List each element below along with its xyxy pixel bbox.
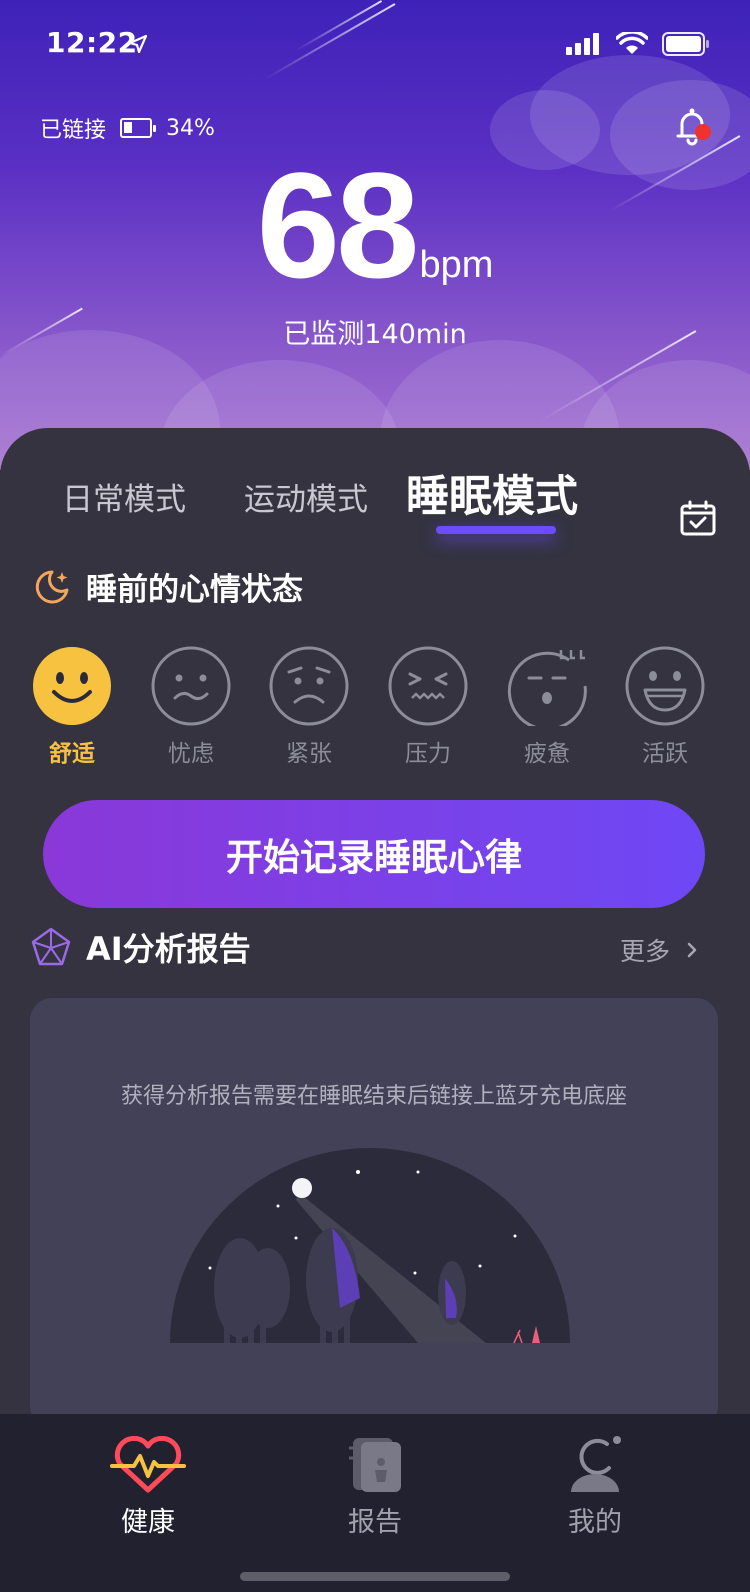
profile-icon xyxy=(571,1436,621,1492)
device-status: 已链接 34% xyxy=(40,112,215,144)
calendar-check-icon[interactable] xyxy=(680,500,716,536)
ai-report-card: 获得分析报告需要在睡眠结束后链接上蓝牙充电底座 xyxy=(30,998,718,1428)
battery-percent: 34% xyxy=(166,115,215,141)
heart-pulse-icon xyxy=(110,1435,186,1493)
mood-option-lively[interactable]: 活跃 xyxy=(615,646,715,768)
heart-rate-display: 68 bpm xyxy=(0,150,750,300)
more-label: 更多 xyxy=(620,937,671,966)
nav-report[interactable]: 报告 xyxy=(300,1434,450,1539)
worried-face-icon xyxy=(151,646,231,726)
nervous-face-icon xyxy=(269,646,349,726)
tab-sleep-mode[interactable]: 睡眠模式 xyxy=(406,462,578,524)
report-icon xyxy=(349,1438,401,1492)
lively-face-icon xyxy=(625,646,705,726)
report-hint-text: 获得分析报告需要在睡眠结束后链接上蓝牙充电底座 xyxy=(120,1084,627,1109)
tab-daily-mode[interactable]: 日常模式 xyxy=(62,474,186,519)
nav-label: 我的 xyxy=(568,1507,622,1538)
bottom-tab-bar: 健康 报告 我的 xyxy=(0,1414,750,1592)
mood-option-nervous[interactable]: 紧张 xyxy=(259,646,359,768)
mood-label: 紧张 xyxy=(286,741,332,767)
ai-report-title: AI分析报告 xyxy=(86,930,251,968)
pentagon-gem-icon xyxy=(31,927,71,966)
nav-health[interactable]: 健康 xyxy=(73,1434,223,1539)
device-battery-icon xyxy=(120,118,157,138)
moon-stars-icon xyxy=(35,570,69,603)
nav-label: 健康 xyxy=(121,1507,175,1538)
notification-bell-icon[interactable] xyxy=(670,104,714,148)
mood-label: 舒适 xyxy=(49,741,95,767)
night-forest-illustration xyxy=(170,1148,570,1344)
location-arrow-icon xyxy=(128,34,148,54)
mood-label: 活跃 xyxy=(642,741,688,767)
cellular-signal-icon xyxy=(566,33,599,55)
mood-option-comfortable[interactable]: 舒适 xyxy=(22,646,122,768)
wifi-icon xyxy=(616,32,648,54)
nav-label: 报告 xyxy=(348,1507,402,1538)
mood-section-title: 睡前的心情状态 xyxy=(86,572,303,608)
home-indicator xyxy=(240,1572,510,1581)
heart-rate-unit: bpm xyxy=(419,244,494,286)
tired-face-icon xyxy=(507,650,587,726)
heart-rate-value: 68 xyxy=(256,141,420,309)
start-sleep-recording-button[interactable]: 开始记录睡眠心律 xyxy=(43,800,705,908)
mood-option-stressed[interactable]: 压力 xyxy=(378,646,478,768)
mood-label: 忧虑 xyxy=(168,741,214,767)
mood-label: 疲惫 xyxy=(524,741,570,767)
mode-tabs: 日常模式 运动模式 睡眠模式 xyxy=(0,456,750,546)
ai-report-header: AI分析报告 xyxy=(30,924,251,970)
more-link[interactable]: 更多 xyxy=(620,932,698,968)
status-time: 12:22 xyxy=(46,26,138,59)
chevron-right-icon xyxy=(687,942,697,958)
battery-icon xyxy=(662,32,709,56)
mood-option-worried[interactable]: 忧虑 xyxy=(141,646,241,768)
status-bar: 12:22 xyxy=(0,0,750,90)
notification-dot xyxy=(695,124,711,140)
connection-status: 已链接 xyxy=(40,118,107,143)
nav-profile[interactable]: 我的 xyxy=(520,1434,670,1539)
mood-option-tired[interactable]: 疲惫 xyxy=(497,646,597,768)
smile-face-icon xyxy=(33,647,111,725)
mood-label: 压力 xyxy=(405,741,451,767)
mood-selector: 舒适 忧虑 紧张 压力 疲惫 活跃 xyxy=(0,646,750,768)
main-panel: 日常模式 运动模式 睡眠模式 睡前的心情状态 舒适 忧虑 紧张 压力 疲惫 活跃… xyxy=(0,428,750,1428)
monitored-duration: 已监测140min xyxy=(283,319,467,350)
stressed-face-icon xyxy=(388,646,468,726)
tab-sport-mode[interactable]: 运动模式 xyxy=(244,474,368,519)
moon-icon xyxy=(292,1178,312,1198)
mood-section-header: 睡前的心情状态 xyxy=(34,564,303,609)
active-tab-indicator xyxy=(436,526,556,534)
